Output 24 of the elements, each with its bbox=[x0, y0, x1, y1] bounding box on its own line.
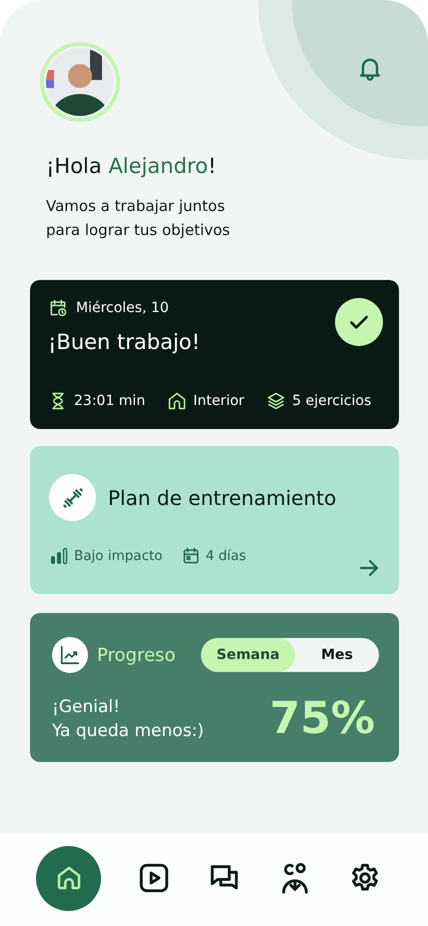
calendar-icon bbox=[180, 546, 201, 566]
progress-message: ¡Genial! Ya queda menos:) bbox=[52, 696, 204, 742]
subtitle: Vamos a trabajar juntos para lograr tus objetivos bbox=[46, 196, 231, 241]
plan-card[interactable]: Plan de entrenamiento Bajo impacto 4 días bbox=[30, 446, 399, 594]
period-tab[interactable]: Mes bbox=[295, 638, 379, 672]
progress-percent: 75% bbox=[270, 693, 375, 744]
calendar-clock-icon bbox=[48, 298, 68, 318]
greeting: ¡Hola Alejandro! bbox=[46, 153, 218, 180]
chart-trend-icon bbox=[52, 637, 88, 673]
period-tab[interactable]: Semana bbox=[201, 638, 295, 672]
plan-title: Plan de entrenamiento bbox=[108, 486, 336, 510]
intensity-bars-icon bbox=[49, 546, 69, 566]
layers-icon bbox=[266, 391, 286, 411]
stat-label: 23:01 min bbox=[74, 393, 146, 409]
workout-date: Miércoles, 10 bbox=[76, 300, 169, 316]
workout-card[interactable]: Miércoles, 10 ¡Buen trabajo! 23:01 min Interior 5 ejercicios bbox=[30, 280, 399, 429]
stat-label: Interior bbox=[193, 393, 244, 409]
plan-tag: Bajo impacto bbox=[74, 548, 163, 564]
house-icon bbox=[167, 391, 188, 411]
dumbbell-icon bbox=[49, 474, 96, 521]
stat-label: 5 ejercicios bbox=[292, 393, 372, 409]
workout-title: ¡Buen trabajo! bbox=[48, 330, 200, 354]
plan-tag: 4 días bbox=[206, 548, 246, 564]
progress-title: Progreso bbox=[97, 644, 176, 666]
